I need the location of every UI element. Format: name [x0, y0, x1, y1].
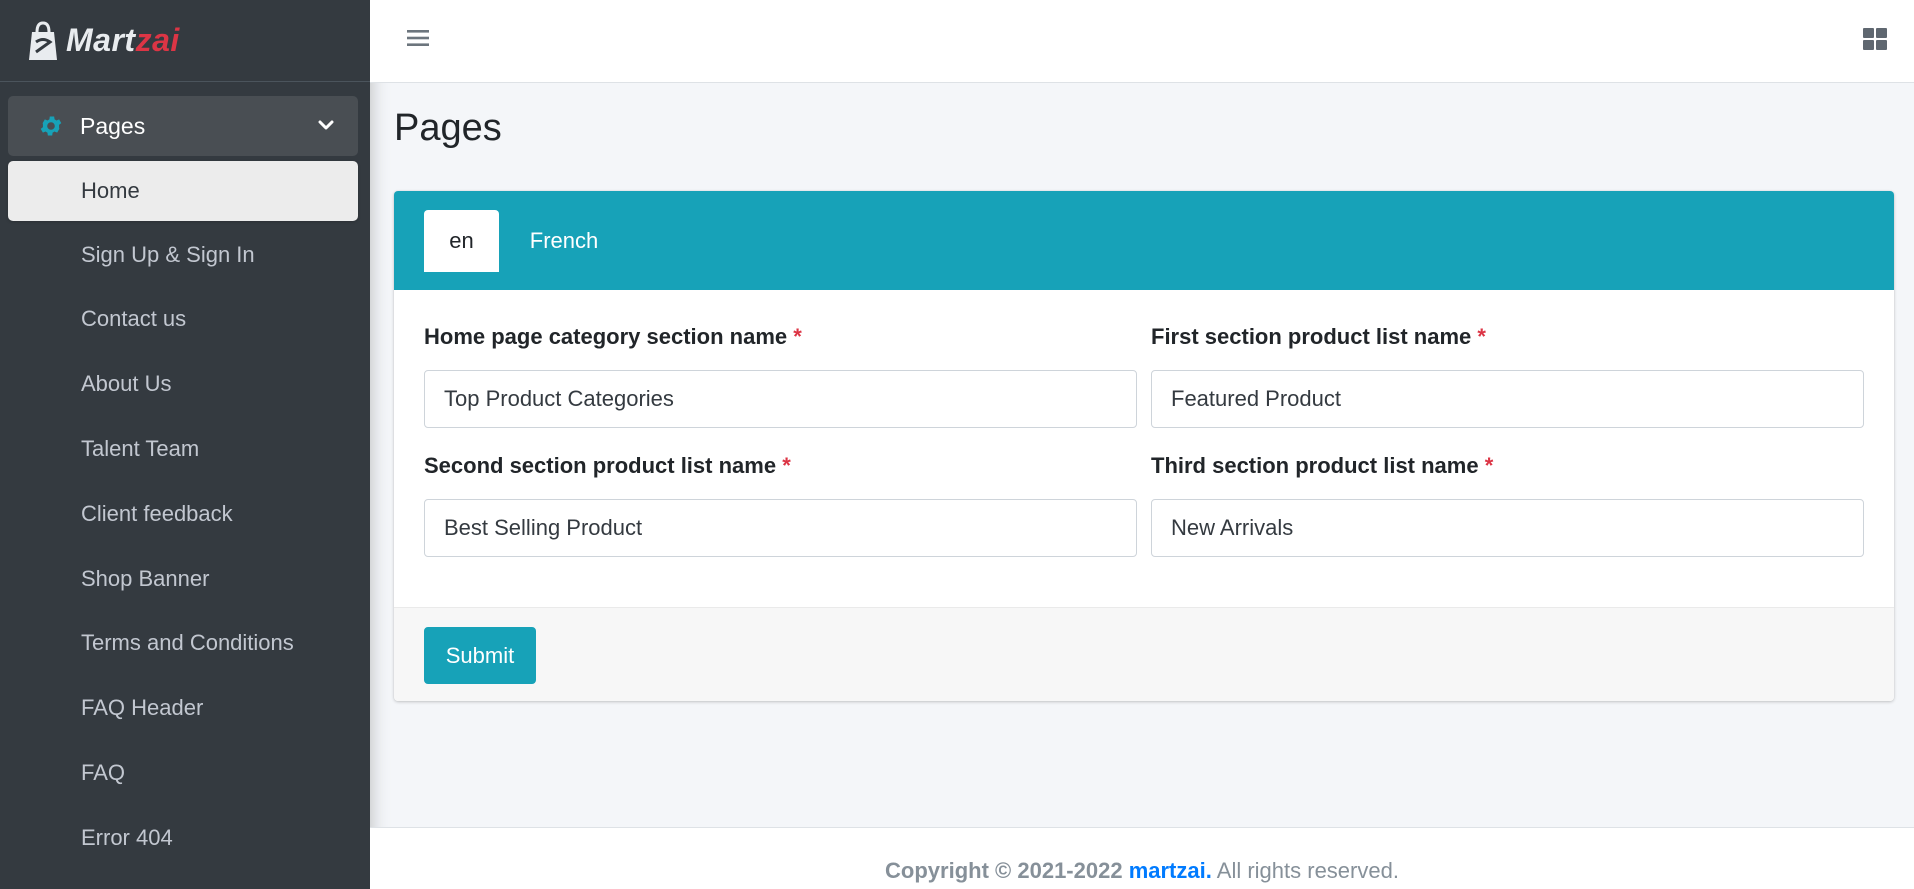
sidebar-item-faq[interactable]: FAQ	[8, 743, 358, 803]
required-marker: *	[793, 324, 802, 349]
grid-icon[interactable]	[1862, 26, 1888, 52]
gear-icon	[38, 113, 64, 139]
sidebar: Martzai Pages Home Sign Up & Sign In Con…	[0, 0, 370, 889]
brand-logo: Martzai	[26, 20, 180, 62]
sidebar-item-pages[interactable]: Pages	[8, 96, 358, 156]
first-section-label: First section product list name *	[1151, 324, 1486, 349]
sidebar-item-talent-team[interactable]: Talent Team	[8, 419, 358, 479]
sidebar-item-faq-header[interactable]: FAQ Header	[8, 678, 358, 738]
home-category-group: Home page category section name *	[424, 324, 1137, 428]
sidebar-item-client-feedback[interactable]: Client feedback	[8, 484, 358, 544]
card-footer: Submit	[394, 607, 1894, 701]
brand-name-part2: zai	[135, 22, 180, 58]
sidebar-nav: Pages Home Sign Up & Sign In Contact us …	[0, 82, 370, 868]
chevron-down-icon[interactable]	[316, 115, 336, 135]
second-section-group: Second section product list name *	[424, 453, 1137, 557]
main-content: Pages en French Home page category secti…	[370, 83, 1914, 827]
home-category-label: Home page category section name *	[424, 324, 802, 349]
top-navbar	[370, 0, 1914, 83]
third-section-group: Third section product list name *	[1151, 453, 1864, 557]
home-category-input[interactable]	[424, 370, 1137, 428]
sidebar-item-contact-us[interactable]: Contact us	[8, 289, 358, 349]
sidebar-item-error-404[interactable]: Error 404	[8, 808, 358, 868]
sidebar-item-signup-signin[interactable]: Sign Up & Sign In	[8, 225, 358, 285]
shopping-bag-logo-icon	[29, 20, 57, 60]
required-marker: *	[782, 453, 791, 478]
sidebar-item-label: Pages	[80, 112, 146, 139]
tab-french[interactable]: French	[514, 210, 614, 272]
brand-name-part1: Mart	[66, 22, 136, 58]
second-section-input[interactable]	[424, 499, 1137, 557]
first-section-group: First section product list name *	[1151, 324, 1864, 428]
required-marker: *	[1477, 324, 1486, 349]
sidebar-item-home[interactable]: Home	[8, 161, 358, 221]
tab-en[interactable]: en	[424, 210, 499, 272]
language-tabs: en French	[394, 191, 1894, 290]
page-footer: Copyright © 2021-2022 martzai. All right…	[370, 827, 1914, 889]
copyright-text: Copyright © 2021-2022	[885, 858, 1123, 883]
brand-name: Martzai	[66, 22, 180, 59]
page-title: Pages	[394, 107, 502, 149]
pages-form-card: en French Home page category section nam…	[394, 191, 1894, 701]
required-marker: *	[1484, 453, 1494, 478]
submit-button[interactable]: Submit	[424, 627, 536, 684]
footer-brand-link[interactable]: martzai.	[1129, 858, 1212, 883]
hamburger-menu-icon[interactable]	[406, 26, 430, 50]
rights-text: All rights reserved.	[1216, 858, 1399, 883]
sidebar-item-terms-and-conditions[interactable]: Terms and Conditions	[8, 613, 358, 673]
second-section-label: Second section product list name *	[424, 453, 791, 478]
sidebar-item-shop-banner[interactable]: Shop Banner	[8, 549, 358, 609]
first-section-input[interactable]	[1151, 370, 1864, 428]
third-section-input[interactable]	[1151, 499, 1864, 557]
brand-link[interactable]: Martzai	[0, 0, 370, 82]
sidebar-item-about-us[interactable]: About Us	[8, 354, 358, 414]
third-section-label: Third section product list name *	[1151, 453, 1494, 478]
